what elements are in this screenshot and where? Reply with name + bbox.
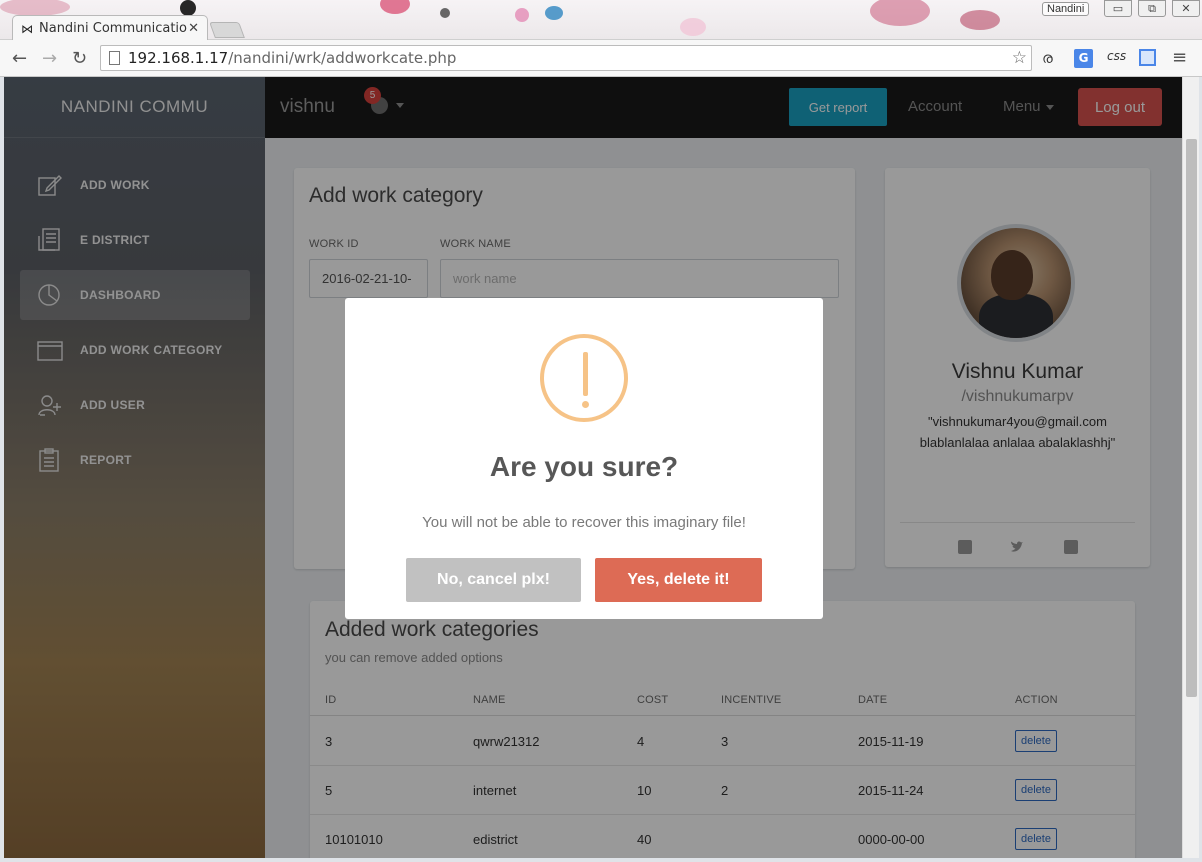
url-host: 192.168.1.17 [128, 49, 229, 67]
back-arrow-icon[interactable]: ← [12, 48, 27, 69]
confirm-dialog: Are you sure? You will not be able to re… [345, 298, 823, 619]
decor-flower [0, 0, 70, 16]
close-tab-icon[interactable]: ✕ [188, 21, 199, 36]
reader-extension-icon[interactable]: ര [1042, 49, 1053, 67]
page-icon [109, 51, 120, 65]
browser-toolbar: ← → ↻ 192.168.1.17/nandini/wrk/addworkca… [0, 40, 1202, 77]
minimize-button[interactable]: ▭ [1104, 0, 1132, 17]
close-window-button[interactable]: ✕ [1172, 0, 1200, 17]
vertical-scrollbar[interactable] [1182, 77, 1199, 858]
decor-flower [680, 18, 706, 36]
confirm-delete-button[interactable]: Yes, delete it! [595, 558, 762, 602]
dialog-title: Are you sure? [489, 451, 679, 482]
browser-menu-icon[interactable]: ≡ [1172, 47, 1187, 68]
new-tab-button[interactable] [209, 22, 245, 38]
cancel-button[interactable]: No, cancel plx! [406, 558, 581, 602]
decor-flower [515, 8, 529, 22]
decor-flower [870, 0, 930, 26]
address-bar[interactable]: 192.168.1.17/nandini/wrk/addworkcate.php… [100, 45, 1032, 71]
translate-extension-icon[interactable]: G [1074, 49, 1093, 68]
warning-icon-dot [582, 401, 589, 408]
window-user-badge[interactable]: Nandini [1042, 2, 1090, 16]
decor-flower [380, 0, 410, 14]
forward-arrow-icon[interactable]: → [42, 48, 57, 69]
decor-flower [960, 10, 1000, 30]
restore-button[interactable]: ⧉ [1138, 0, 1166, 17]
scrollbar-thumb[interactable] [1186, 139, 1197, 697]
url-path: /nandini/wrk/addworkcate.php [228, 49, 457, 67]
bow-tie-icon: ⋈ [21, 21, 33, 36]
warning-icon-bar [583, 352, 588, 396]
browser-tab-strip: ⋈ Nandini Communication ✕ Nandini ▭ ⧉ ✕ [0, 0, 1202, 41]
tab-title: Nandini Communication [39, 21, 189, 36]
bookmark-star-icon[interactable]: ☆ [1012, 48, 1027, 68]
browser-tab[interactable]: ⋈ Nandini Communication ✕ [12, 15, 208, 41]
decor-flower [440, 8, 450, 18]
decor-butterfly [545, 6, 563, 20]
css-extension-icon[interactable]: css [1107, 49, 1126, 63]
keyboard-extension-icon[interactable] [1139, 49, 1156, 66]
dialog-message: You will not be able to recover this ima… [422, 514, 746, 531]
url-text: 192.168.1.17/nandini/wrk/addworkcate.php [128, 49, 456, 67]
decor-star [180, 0, 196, 16]
warning-icon [540, 334, 628, 422]
reload-icon[interactable]: ↻ [72, 48, 87, 69]
